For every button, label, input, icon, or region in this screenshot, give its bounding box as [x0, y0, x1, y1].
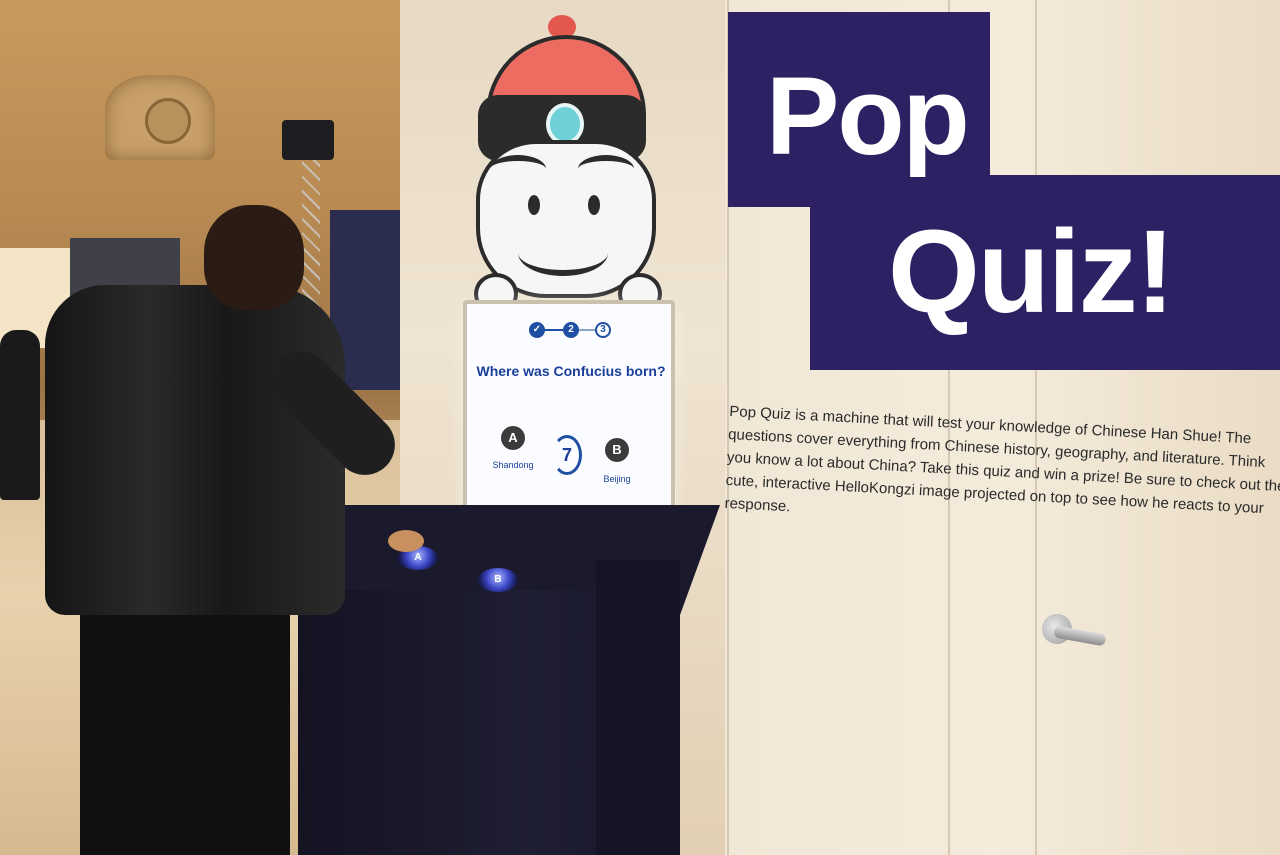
option-a-badge: A [501, 426, 525, 450]
door-handle[interactable] [1040, 612, 1107, 648]
sign-title-pop: Pop [766, 55, 970, 178]
person-jacket [45, 285, 345, 615]
mustache [518, 230, 608, 276]
left-brow [490, 155, 546, 183]
photo-scene: Pop Quiz! Pop Quiz is a machine that wil… [0, 0, 1280, 855]
person-hand [388, 530, 424, 552]
quiz-screen: ✓ 2 3 Where was Confucius born? A Shando… [463, 300, 675, 525]
left-eye [528, 195, 540, 215]
sign-title-quiz: Quiz! [888, 206, 1175, 338]
progress-line [543, 329, 565, 331]
progress-step-2: 2 [563, 322, 579, 338]
person-head [204, 205, 304, 310]
progress-step-3: 3 [595, 322, 611, 338]
clock-icon [145, 98, 191, 144]
hellokongzi-mascot [468, 15, 662, 315]
bystander [0, 330, 40, 500]
countdown-timer: 7 [552, 435, 582, 475]
right-eye [588, 195, 600, 215]
person-legs [80, 600, 290, 855]
quiz-question: Where was Confucius born? [476, 363, 666, 379]
console-side [596, 560, 680, 855]
option-b-text: Beijing [603, 474, 631, 484]
right-brow [578, 155, 634, 183]
option-b-badge: B [605, 438, 629, 462]
option-a-text: Shandong [492, 460, 534, 470]
progress-step-1: ✓ [529, 322, 545, 338]
hat-gem-icon [546, 103, 584, 145]
progress-indicator: ✓ 2 3 [529, 322, 611, 340]
answer-b-button[interactable]: B [478, 568, 518, 592]
projector [282, 120, 334, 160]
